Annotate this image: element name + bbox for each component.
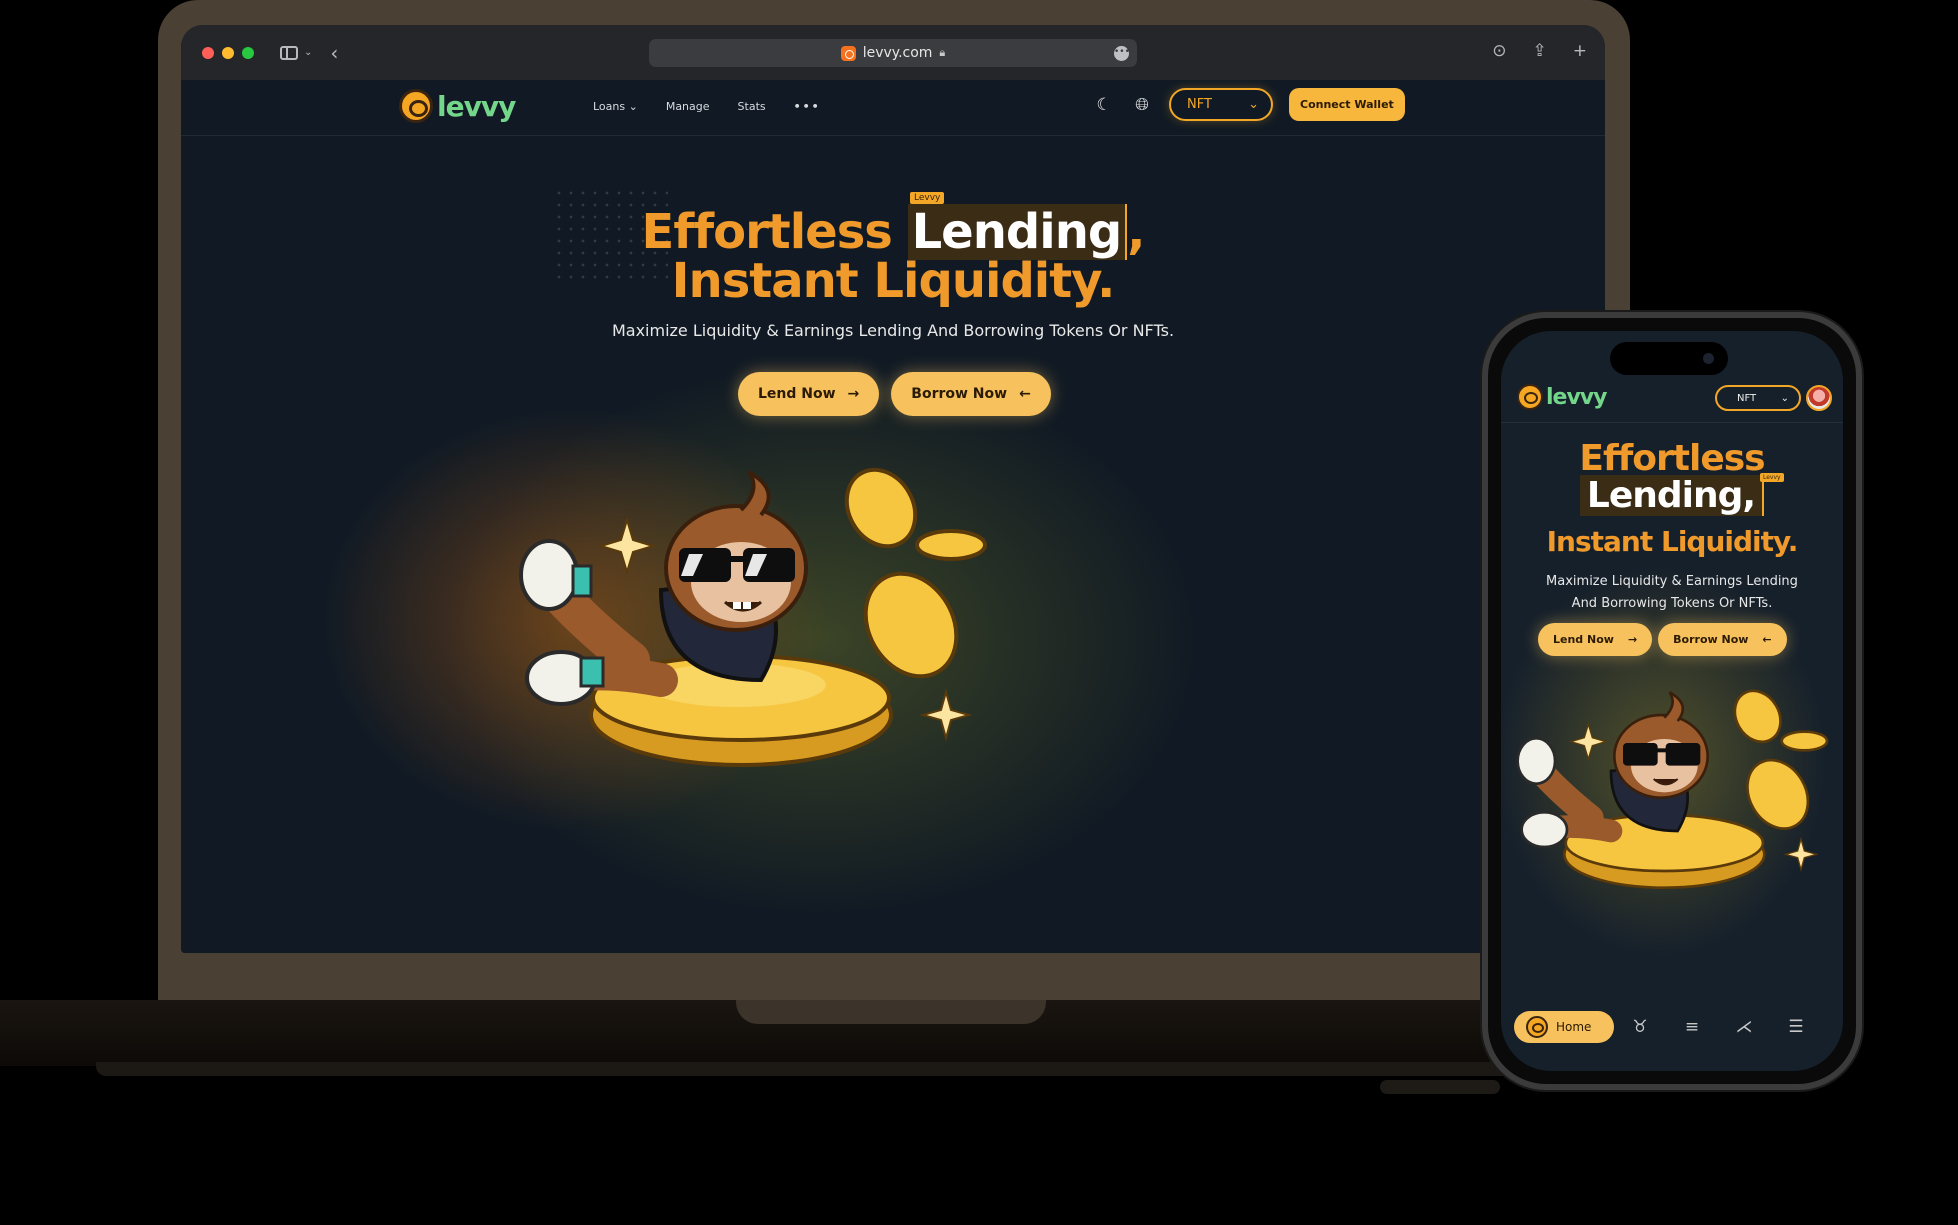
nav-more-button[interactable]: ••• — [794, 100, 821, 113]
hero-title-line-2: Instant Liquidity. — [671, 253, 1116, 309]
browser-toolbar: ⌄ ‹ levvy.com 🔒︎ ••• ⊙ ⇪ + — [181, 25, 1605, 80]
dynamic-island — [1610, 342, 1728, 375]
sidebar-icon — [280, 45, 298, 60]
mobile-hero-line-1: Effortless — [1579, 438, 1765, 479]
mobile-sloth-illustration — [1516, 689, 1829, 889]
arrow-left-icon: ← — [1019, 386, 1031, 402]
mockup-stage: ⌄ ‹ levvy.com 🔒︎ ••• ⊙ ⇪ + levvy Loans ⌄… — [0, 0, 1958, 1225]
laptop-notch — [736, 1000, 1046, 1024]
web-page: levvy Loans ⌄ Manage Stats ••• ☾ 🌐︎ NFT … — [181, 80, 1605, 953]
phone-shadow — [1380, 1080, 1500, 1094]
hero-subtitle: Maximize Liquidity & Earnings Lending An… — [611, 321, 1175, 340]
close-window-button[interactable] — [202, 46, 214, 59]
borrow-now-button[interactable]: Borrow Now ← — [891, 372, 1051, 416]
mobile-lend-now-button[interactable]: Lend Now → — [1538, 623, 1653, 656]
mobile-hero-line-3: Instant Liquidity. — [1546, 525, 1799, 558]
sloth-logo-icon — [1526, 1016, 1548, 1038]
hero-title-line-1: Effortless Lending, — [641, 204, 1145, 260]
nav-item-manage[interactable]: Manage — [666, 100, 710, 113]
mobile-hero-highlight: Lending, — [1579, 475, 1765, 516]
mobile-site-logo[interactable]: levvy — [1517, 384, 1607, 410]
menu-icon[interactable]: ☰ — [1770, 1017, 1822, 1037]
chevron-down-icon: ⌄ — [304, 47, 313, 58]
nav-item-loans[interactable]: Loans ⌄ — [593, 100, 638, 113]
chevron-down-icon: ⌄ — [1248, 97, 1259, 112]
globe-icon[interactable]: 🌐︎ — [1131, 95, 1153, 115]
share-icon[interactable]: ⇪ — [1533, 41, 1547, 61]
cursor-tag: Levvy — [910, 192, 945, 204]
lock-icon: 🔒︎ — [939, 46, 946, 59]
chevron-down-icon: ⌄ — [1780, 392, 1789, 404]
browser-window: ⌄ ‹ levvy.com 🔒︎ ••• ⊙ ⇪ + levvy Loans ⌄… — [181, 25, 1605, 953]
site-favicon-icon — [840, 45, 856, 61]
main-nav: Loans ⌄ Manage Stats ••• — [593, 100, 821, 113]
mobile-cursor-tag: Levvy — [1760, 473, 1784, 482]
browser-actions: ⊙ ⇪ + — [1492, 41, 1587, 61]
maximize-window-button[interactable] — [242, 46, 254, 59]
loans-icon[interactable]: ♉︎ — [1614, 1017, 1666, 1037]
laptop-base-shadow — [96, 1062, 1536, 1076]
mobile-hero-line-2: Lending, — [1501, 475, 1843, 516]
logo-wordmark: levvy — [437, 89, 516, 123]
minimize-window-button[interactable] — [222, 46, 234, 59]
asset-type-value: NFT — [1187, 97, 1212, 112]
asset-type-select[interactable]: NFT ⌄ — [1169, 88, 1273, 121]
header-actions: ☾ 🌐︎ NFT ⌄ Connect Wallet — [1093, 88, 1405, 121]
address-url: levvy.com — [862, 45, 933, 61]
arrow-right-icon: → — [1627, 633, 1638, 646]
download-icon[interactable]: ⊙ — [1492, 41, 1506, 61]
search-icon[interactable]: ≡ — [1666, 1017, 1718, 1037]
sloth-hero-illustration — [519, 467, 987, 767]
mobile-hero-actions: Lend Now → Borrow Now ← — [1538, 623, 1787, 656]
lend-now-button[interactable]: Lend Now → — [738, 372, 880, 416]
avatar[interactable] — [1806, 385, 1832, 411]
back-button[interactable]: ‹ — [330, 41, 338, 65]
address-bar[interactable]: levvy.com 🔒︎ ••• — [649, 39, 1137, 67]
back-icon: ‹ — [330, 40, 339, 65]
logo-wordmark: levvy — [1546, 384, 1607, 410]
stats-icon[interactable]: ⋌ — [1718, 1017, 1770, 1037]
mobile-header: levvy NFT ⌄ — [1501, 375, 1843, 423]
site-header: levvy Loans ⌄ Manage Stats ••• ☾ 🌐︎ NFT … — [181, 80, 1605, 136]
chevron-down-icon: ⌄ — [628, 100, 638, 113]
mobile-hero-subtitle: Maximize Liquidity & Earnings Lending An… — [1546, 574, 1798, 611]
more-icon[interactable]: ••• — [1114, 46, 1130, 61]
arrow-right-icon: → — [847, 386, 860, 402]
hero-highlight: Lending — [907, 204, 1128, 260]
sidebar-toggle[interactable]: ⌄ — [280, 45, 313, 60]
arrow-left-icon: ← — [1762, 633, 1772, 646]
site-logo[interactable]: levvy — [399, 89, 516, 123]
hero-actions: Lend Now → Borrow Now ← — [738, 372, 1051, 416]
phone-device: levvy NFT ⌄ Effortless Lending, Levvy In… — [1482, 312, 1862, 1090]
nav-item-stats[interactable]: Stats — [738, 100, 766, 113]
phone-screen: levvy NFT ⌄ Effortless Lending, Levvy In… — [1501, 331, 1843, 1071]
mobile-borrow-now-button[interactable]: Borrow Now ← — [1658, 623, 1787, 656]
mobile-asset-type-select[interactable]: NFT ⌄ — [1715, 385, 1801, 411]
bottom-nav-home[interactable]: Home — [1514, 1011, 1614, 1043]
moon-icon[interactable]: ☾ — [1093, 95, 1115, 115]
new-tab-icon[interactable]: + — [1573, 41, 1587, 61]
mobile-bottom-nav: Home ♉︎ ≡ ⋌ ☰ — [1514, 1007, 1830, 1047]
window-controls — [202, 46, 254, 59]
sloth-logo-icon — [1517, 384, 1543, 410]
sloth-logo-icon — [399, 89, 433, 123]
mobile-asset-type-value: NFT — [1737, 392, 1757, 404]
connect-wallet-button[interactable]: Connect Wallet — [1289, 88, 1405, 121]
